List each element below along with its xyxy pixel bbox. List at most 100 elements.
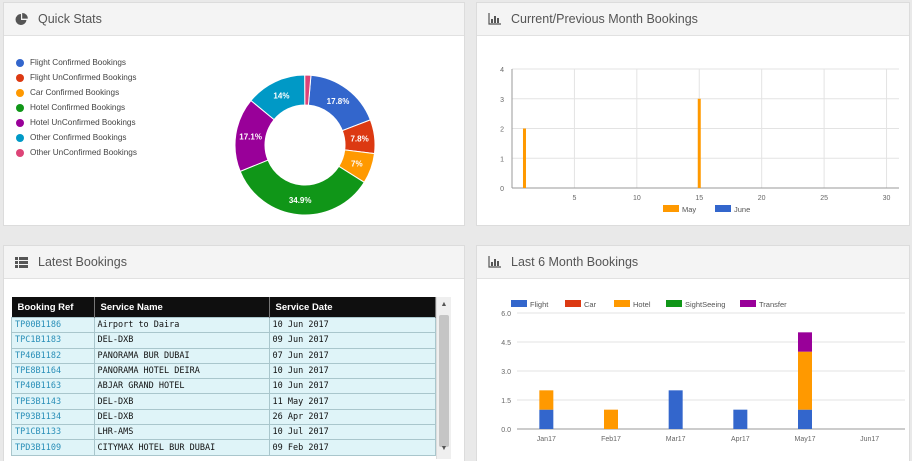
col-service-name[interactable]: Service Name bbox=[94, 297, 270, 318]
table-row[interactable]: TPD3B1109 CITYMAX HOTEL BUR DUBAI 09 Feb 2… bbox=[11, 439, 436, 456]
legend-label: Car bbox=[584, 300, 597, 309]
service-name-cell: LHR-AMS bbox=[93, 424, 270, 441]
y-tick-label: 4.5 bbox=[501, 340, 511, 347]
quick-stats-panel: Quick Stats Flight Confirmed Bookings Fli… bbox=[3, 2, 465, 226]
x-tick-label: Apr17 bbox=[731, 436, 750, 443]
service-name-cell: CITYMAX HOTEL BUR DUBAI bbox=[93, 439, 270, 456]
service-date-cell: 11 May 2017 bbox=[268, 393, 436, 410]
booking-ref-cell[interactable]: TP1CB1133 bbox=[11, 424, 95, 441]
y-tick-label: 3 bbox=[500, 97, 504, 104]
x-tick-label: Feb17 bbox=[601, 436, 621, 443]
y-tick-label: 2 bbox=[500, 127, 504, 134]
latest-bookings-header: Latest Bookings bbox=[4, 246, 464, 279]
table-row[interactable]: TP93B1134 DEL-DXB 26 Apr 2017 bbox=[11, 408, 436, 426]
service-date-cell: 26 Apr 2017 bbox=[268, 408, 436, 426]
bar-hotel bbox=[539, 390, 554, 410]
bar-chart-icon bbox=[487, 255, 501, 269]
service-date-cell: 09 Feb 2017 bbox=[268, 439, 436, 456]
service-date-cell: 10 Jun 2017 bbox=[268, 378, 436, 395]
pie-chart-icon bbox=[14, 12, 28, 26]
scroll-up-icon[interactable]: ▲ bbox=[437, 299, 451, 311]
bar-transfer bbox=[798, 332, 812, 352]
bar-may bbox=[697, 98, 701, 188]
service-date-cell: 10 Jun 2017 bbox=[268, 316, 436, 334]
booking-ref-cell[interactable]: TP00B1186 bbox=[11, 316, 95, 334]
y-tick-label: 1.5 bbox=[501, 398, 511, 405]
table-row[interactable]: TP00B1186 Airport to Daira 10 Jun 2017 bbox=[11, 316, 436, 334]
bar-hotel bbox=[798, 351, 812, 410]
x-tick-label: 25 bbox=[820, 195, 828, 202]
legend-label: June bbox=[734, 205, 750, 214]
scroll-down-icon[interactable]: ▼ bbox=[437, 443, 451, 455]
legend-swatch bbox=[663, 205, 679, 212]
table-row[interactable]: TPE8B1164 PANORAMA HOTEL DEIRA 10 Jun 2017 bbox=[11, 362, 436, 380]
bar-chart-icon bbox=[487, 12, 501, 26]
bar-flight bbox=[668, 390, 683, 429]
table-header-row: Booking Ref Service Name Service Date bbox=[11, 297, 436, 318]
table-scrollbar[interactable]: ▲ ▼ bbox=[436, 297, 451, 459]
service-name-cell: DEL-DXB bbox=[93, 332, 270, 349]
table-row[interactable]: TPC1B1183 DEL-DXB 09 Jun 2017 bbox=[11, 332, 436, 349]
pie-slice-label: 34.9% bbox=[289, 196, 312, 205]
legend-label: SightSeeing bbox=[685, 300, 725, 309]
y-tick-label: 3.0 bbox=[501, 369, 511, 376]
service-name-cell: Airport to Daira bbox=[93, 316, 270, 334]
bar-may bbox=[522, 128, 526, 188]
service-name-cell: DEL-DXB bbox=[93, 393, 270, 410]
booking-ref-cell[interactable]: TPD3B1109 bbox=[11, 439, 95, 456]
current-previous-panel: Current/Previous Month Bookings 5 10 15 20 2… bbox=[476, 2, 910, 226]
table-row[interactable]: TP46B1182 PANORAMA BUR DUBAI 07 Jun 2017 bbox=[11, 347, 436, 364]
legend-swatch bbox=[511, 300, 527, 307]
service-date-cell: 10 Jun 2017 bbox=[268, 362, 436, 380]
donut-chart: 17.8% 7.8% 7% 34.9% 17.1% 14% bbox=[234, 74, 376, 216]
legend-label: Hotel bbox=[633, 300, 651, 309]
last6-title: Last 6 Month Bookings bbox=[511, 255, 639, 269]
booking-ref-cell[interactable]: TPE3B1143 bbox=[11, 393, 95, 410]
bar-flight bbox=[733, 409, 748, 429]
service-name-cell: ABJAR GRAND HOTEL bbox=[93, 378, 270, 395]
col-service-date[interactable]: Service Date bbox=[269, 297, 436, 318]
booking-ref-cell[interactable]: TP40B1163 bbox=[11, 378, 95, 395]
booking-ref-cell[interactable]: TPE8B1164 bbox=[11, 362, 95, 380]
col-booking-ref[interactable]: Booking Ref bbox=[11, 297, 95, 318]
x-tick-label: 5 bbox=[572, 195, 576, 202]
booking-ref-cell[interactable]: TP93B1134 bbox=[11, 408, 95, 426]
x-tick-label: 30 bbox=[883, 195, 891, 202]
pie-slice-label: 14% bbox=[273, 91, 289, 100]
legend-swatch bbox=[740, 300, 756, 307]
y-tick-label: 0 bbox=[500, 186, 504, 193]
six-month-chart: 0.0 1.5 3.0 4.5 6.0 Jan17 Feb17 Mar17 Apr17 May17… bbox=[501, 300, 905, 443]
table-row[interactable]: TPE3B1143 DEL-DXB 11 May 2017 bbox=[11, 393, 436, 410]
pie-slice-label: 7% bbox=[351, 159, 363, 168]
legend-swatch bbox=[614, 300, 630, 307]
table-row[interactable]: TP40B1163 ABJAR GRAND HOTEL 10 Jun 2017 bbox=[11, 378, 436, 395]
legend-swatch bbox=[666, 300, 682, 307]
legend-swatch bbox=[715, 205, 731, 212]
service-name-cell: PANORAMA BUR DUBAI bbox=[93, 347, 270, 364]
legend-label: Flight bbox=[530, 300, 549, 309]
bookings-table: Booking Ref Service Name Service Date TP… bbox=[11, 297, 436, 456]
x-tick-label: 15 bbox=[695, 195, 703, 202]
booking-ref-cell[interactable]: TP46B1182 bbox=[11, 347, 95, 364]
table-row[interactable]: TP1CB1133 LHR-AMS 10 Jul 2017 bbox=[11, 424, 436, 441]
bar-hotel bbox=[604, 409, 618, 429]
last6-header: Last 6 Month Bookings bbox=[477, 246, 909, 279]
legend-label: Transfer bbox=[759, 300, 787, 309]
x-tick-label: Mar17 bbox=[666, 436, 686, 443]
bar-flight bbox=[798, 409, 812, 429]
service-date-cell: 09 Jun 2017 bbox=[268, 332, 436, 349]
y-tick-label: 4 bbox=[500, 67, 504, 74]
month-bookings-chart: 5 10 15 20 25 30 0 1 2 3 4 May June bbox=[500, 67, 899, 214]
y-tick-label: 1 bbox=[500, 156, 504, 163]
booking-ref-cell[interactable]: TPC1B1183 bbox=[11, 332, 95, 349]
pie-slice-label: 17.1% bbox=[239, 133, 262, 142]
scroll-thumb[interactable] bbox=[439, 315, 449, 447]
service-name-cell: DEL-DXB bbox=[93, 408, 270, 426]
last6-panel: Last 6 Month Bookings 0.0 1.5 3.0 4.5 6.0 Jan… bbox=[476, 245, 910, 461]
x-tick-label: Jan17 bbox=[537, 436, 556, 443]
bar-flight bbox=[539, 409, 554, 429]
service-date-cell: 10 Jul 2017 bbox=[268, 424, 436, 441]
quick-stats-header: Quick Stats bbox=[4, 3, 464, 36]
latest-bookings-title: Latest Bookings bbox=[38, 255, 127, 269]
legend-swatch bbox=[565, 300, 581, 307]
